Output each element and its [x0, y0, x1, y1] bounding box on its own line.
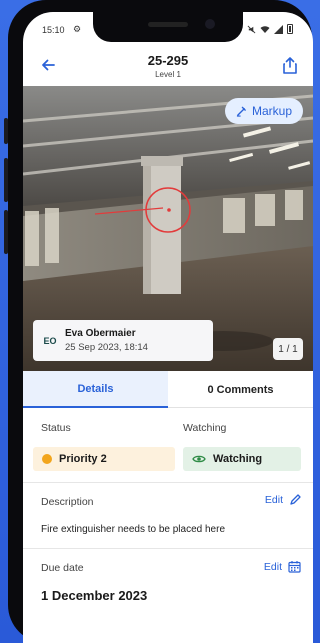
battery-icon [287, 24, 293, 34]
pencil-icon [290, 494, 301, 505]
watching-chip[interactable]: Watching [183, 447, 301, 471]
tab-comments[interactable]: 0 Comments [168, 371, 313, 408]
phone-notch [93, 12, 243, 42]
side-button [4, 158, 8, 202]
speaker [148, 22, 188, 27]
edit-due-date-button[interactable]: Edit [264, 560, 301, 573]
front-camera [205, 19, 215, 29]
page-subtitle: Level 1 [155, 70, 181, 79]
wifi-icon [260, 25, 270, 33]
priority-value: Priority 2 [59, 453, 107, 465]
author-card: EO Eva Obermaier 25 Sep 2023, 18:14 [33, 320, 213, 361]
share-button[interactable] [279, 54, 301, 76]
avatar: EO [43, 335, 57, 346]
markup-label: Markup [251, 104, 292, 118]
mute-icon [247, 25, 256, 33]
side-button [4, 210, 8, 254]
edit-description-button[interactable]: Edit [265, 494, 301, 506]
edit-label: Edit [263, 560, 282, 573]
calendar-icon [288, 561, 301, 573]
photo-page-counter: 1 / 1 [273, 338, 303, 360]
markup-pen-icon [236, 106, 246, 117]
divider [23, 548, 313, 549]
author-date: 25 Sep 2023, 18:14 [65, 342, 148, 353]
watching-label: Watching [183, 422, 227, 434]
edit-label: Edit [264, 494, 283, 506]
tab-bar: Details 0 Comments [23, 371, 313, 408]
watching-value: Watching [213, 453, 263, 465]
author-info: Eva Obermaier 25 Sep 2023, 18:14 [65, 328, 148, 353]
signal-icon [274, 24, 283, 34]
status-icons [247, 24, 293, 34]
page-title: 25-295 [147, 53, 189, 68]
status-label: Status [41, 422, 71, 434]
status-time: 15:10 [42, 25, 65, 35]
divider [23, 482, 313, 483]
markup-button[interactable]: Markup [224, 98, 303, 124]
priority-dot-icon [42, 454, 52, 464]
settings-status-icon: ⚙ [73, 24, 82, 34]
issue-photo[interactable]: Markup EO Eva Obermaier 25 Sep 2023, 18:… [23, 86, 313, 371]
description-text: Fire extinguisher needs to be placed her… [41, 524, 226, 535]
description-label: Description [41, 496, 94, 508]
phone-frame: 15:10 ⚙ 25-295 Level 1 Markup EO Eva Obe… [4, 0, 313, 643]
due-date-label: Due date [41, 562, 84, 574]
side-button [4, 118, 8, 144]
tab-details[interactable]: Details [23, 371, 168, 408]
priority-chip[interactable]: Priority 2 [33, 447, 175, 471]
canvas: 15:10 ⚙ 25-295 Level 1 Markup EO Eva Obe… [0, 0, 320, 643]
share-icon [283, 57, 297, 74]
due-date-value: 1 December 2023 [41, 588, 148, 603]
app-screen: 15:10 ⚙ 25-295 Level 1 Markup EO Eva Obe… [23, 12, 313, 643]
app-header: 25-295 Level 1 [23, 48, 313, 84]
author-name: Eva Obermaier [65, 328, 136, 339]
eye-icon [192, 455, 206, 463]
